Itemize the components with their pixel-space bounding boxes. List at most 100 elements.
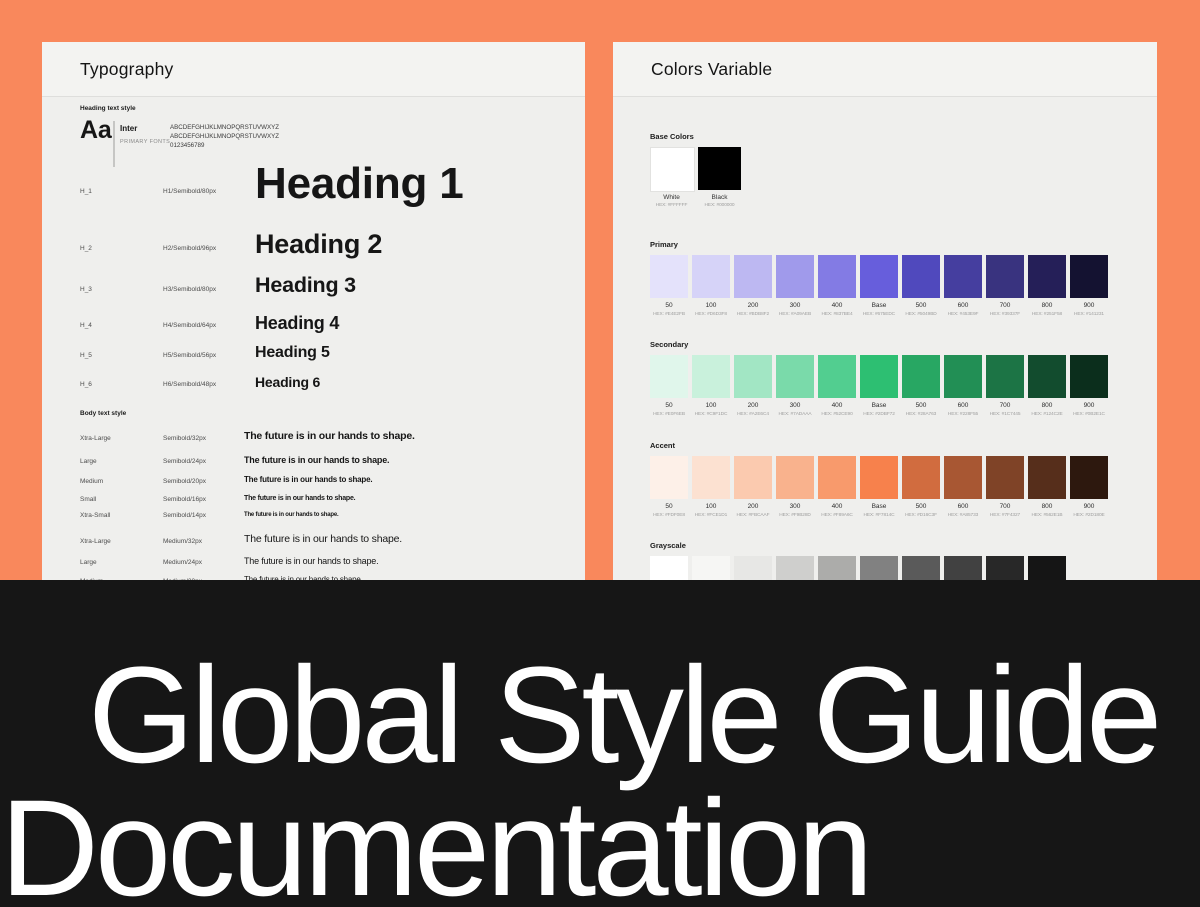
heading-row-id: H_3 [80,286,92,293]
style-guide-poster: Typography Heading text styleAaInterPRIM… [0,0,1200,907]
color-swatch-hex: HEX: #D6D3F8 [692,312,730,317]
heading-row-spec: H4/Semibold/64px [163,322,216,329]
color-swatch [1028,556,1066,580]
font-preview-divider [113,121,115,167]
heading-row-spec: H2/Semibold/96px [163,245,216,252]
color-swatch-hex: HEX: #A85733 [944,513,982,518]
color-swatch-step: 900 [1070,302,1108,309]
base-color-name: White [650,194,693,201]
color-swatch-hex: HEX: #A2E6C4 [734,412,772,417]
color-swatch [944,556,982,580]
color-swatch-hex: HEX: #141231 [1070,312,1108,317]
color-swatch-step: 500 [902,402,940,409]
color-swatch-hex: HEX: #1C7445 [986,412,1024,417]
color-swatch-hex: HEX: #562E1B [1028,513,1066,518]
font-alphabet-preview: ABCDEFGHIJKLMNOPQRSTUVWXYZ ABCDEFGHIJKLM… [170,124,279,150]
color-swatch-step: 100 [692,402,730,409]
color-swatch-step: 50 [650,402,688,409]
color-swatch [902,355,940,398]
color-swatch [818,355,856,398]
color-swatch [734,355,772,398]
color-swatch [944,355,982,398]
color-group-label: Primary [650,240,678,249]
body-row-id: Large [80,458,97,465]
color-swatch-step: 700 [986,503,1024,510]
color-swatch [734,556,772,580]
base-color-swatch [698,147,741,190]
body-row-id: Small [80,496,96,503]
color-swatch-hex: HEX: #F9B28D [776,513,814,518]
color-swatch-hex: HEX: #D16C3F [902,513,940,518]
color-swatch-hex: HEX: #251F58 [1028,312,1066,317]
color-swatch-hex: HEX: #52CE90 [818,412,856,417]
color-swatch [650,255,688,298]
heading-section-label: Heading text style [80,105,136,112]
body-row-spec: Semibold/14px [163,512,206,519]
heading-row-spec: H5/Semibold/56px [163,352,216,359]
base-color-name: Black [698,194,741,201]
color-swatch-step: 100 [692,503,730,510]
body-row-spec: Semibold/24px [163,458,206,465]
poster-title-band: Global Style Guide Documentation [0,580,1200,907]
color-group-label: Accent [650,441,675,450]
color-swatch-step: 400 [818,302,856,309]
color-swatch-hex: HEX: #FCE1D1 [692,513,730,518]
color-swatch [986,556,1024,580]
color-swatch-hex: HEX: #F7814C [860,513,898,518]
heading-row-sample: Heading 2 [255,231,382,258]
color-swatch [986,355,1024,398]
heading-row-id: H_6 [80,381,92,388]
color-swatch [776,355,814,398]
base-color-hex: HEX: #FFFFFF [650,203,693,208]
typography-panel-title: Typography [80,59,173,80]
color-swatch [650,456,688,499]
color-swatch-hex: HEX: #7F4327 [986,513,1024,518]
color-swatch-hex: HEX: #7ADAAA [776,412,814,417]
color-swatch-step: 600 [944,302,982,309]
body-row-id: Xtra-Large [80,435,111,442]
color-swatch-step: 300 [776,302,814,309]
color-swatch [818,255,856,298]
body-row-sample: The future is in our hands to shape. [244,456,389,465]
color-swatch-hex: HEX: #228F55 [944,412,982,417]
color-swatch-hex: HEX: #28A763 [902,412,940,417]
color-swatch-hex: HEX: #FBCAAF [734,513,772,518]
color-swatch [776,556,814,580]
color-swatch-hex: HEX: #E4E2FB [650,312,688,317]
font-preview-sample: Aa [80,118,112,143]
color-swatch-hex: HEX: #F89A6C [818,513,856,518]
body-row-spec: Medium/24px [163,559,202,566]
color-swatch [692,255,730,298]
color-swatch [776,456,814,499]
colors-panel-header: Colors Variable [613,42,1157,97]
color-swatch-step: 700 [986,402,1024,409]
color-swatch-step: Base [860,503,898,510]
colors-panel-title: Colors Variable [651,59,772,80]
body-section-label: Body text style [80,410,126,417]
color-swatch [1028,355,1066,398]
poster-title-line2: Documentation [0,770,869,907]
color-swatch-step: 50 [650,302,688,309]
color-swatch [944,456,982,499]
color-swatch [1070,456,1108,499]
color-swatch [902,456,940,499]
color-swatch [734,255,772,298]
base-colors-label: Base Colors [650,132,694,141]
orange-backdrop: Typography Heading text styleAaInterPRIM… [0,0,1200,580]
color-swatch [692,556,730,580]
color-swatch [860,456,898,499]
color-swatch-step: 500 [902,302,940,309]
heading-row-sample: Heading 3 [255,275,356,297]
color-swatch-hex: HEX: #FDF0E8 [650,513,688,518]
color-swatch-hex: HEX: #124C2E [1028,412,1066,417]
color-swatch [902,255,940,298]
heading-row-id: H_2 [80,245,92,252]
color-swatch-step: 400 [818,503,856,510]
color-swatch-hex: HEX: #BDB8F2 [734,312,772,317]
font-family-name: Inter [120,124,137,133]
color-swatch-step: 600 [944,503,982,510]
body-row-id: Medium [80,478,103,485]
color-group-label: Grayscale [650,541,686,550]
color-swatch [1070,355,1108,398]
color-swatch-step: 100 [692,302,730,309]
